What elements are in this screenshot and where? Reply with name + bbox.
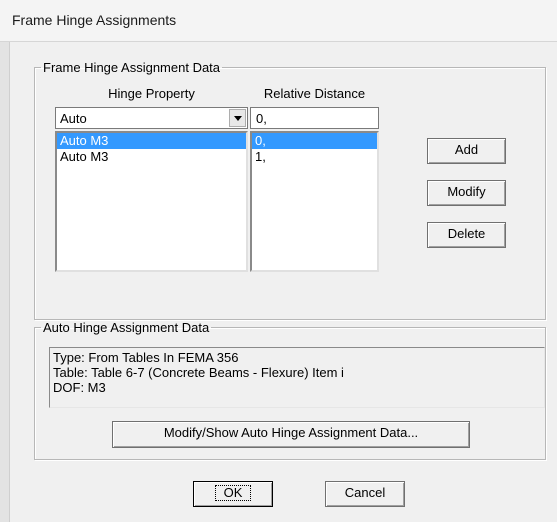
- title-bar: Frame Hinge Assignments: [0, 0, 557, 42]
- add-button[interactable]: Add: [427, 138, 506, 164]
- hinge-property-list[interactable]: Auto M3 Auto M3: [55, 131, 248, 272]
- hinge-property-select[interactable]: Auto: [55, 107, 248, 129]
- relative-distance-list[interactable]: 0, 1,: [250, 131, 379, 272]
- relative-distance-value: 0,: [256, 111, 267, 126]
- modify-button[interactable]: Modify: [427, 180, 506, 206]
- hinge-property-header: Hinge Property: [108, 86, 195, 101]
- chevron-down-icon[interactable]: [229, 109, 246, 127]
- relative-distance-input[interactable]: 0,: [250, 107, 379, 129]
- relative-distance-header: Relative Distance: [263, 86, 366, 101]
- info-dof-line: DOF: M3: [53, 380, 106, 395]
- list-item[interactable]: Auto M3: [57, 149, 246, 165]
- frame-hinge-assignment-legend: Frame Hinge Assignment Data: [43, 60, 221, 75]
- list-item[interactable]: Auto M3: [57, 133, 246, 149]
- modify-show-auto-hinge-button[interactable]: Modify/Show Auto Hinge Assignment Data..…: [112, 421, 470, 448]
- list-item[interactable]: 1,: [252, 149, 377, 165]
- ok-button-label: OK: [214, 485, 252, 501]
- info-table-line: Table: Table 6-7 (Concrete Beams - Flexu…: [53, 365, 344, 380]
- hinge-property-value: Auto: [60, 111, 87, 126]
- window-title: Frame Hinge Assignments: [12, 12, 177, 28]
- info-type-line: Type: From Tables In FEMA 356: [53, 350, 239, 365]
- cancel-button[interactable]: Cancel: [325, 481, 405, 507]
- ok-button[interactable]: OK: [193, 481, 273, 507]
- list-item[interactable]: 0,: [252, 133, 377, 149]
- auto-hinge-info-box: Type: From Tables In FEMA 356 Table: Tab…: [49, 347, 545, 408]
- auto-hinge-assignment-legend: Auto Hinge Assignment Data: [43, 320, 210, 335]
- window-left-edge: [0, 42, 10, 522]
- delete-button[interactable]: Delete: [427, 222, 506, 248]
